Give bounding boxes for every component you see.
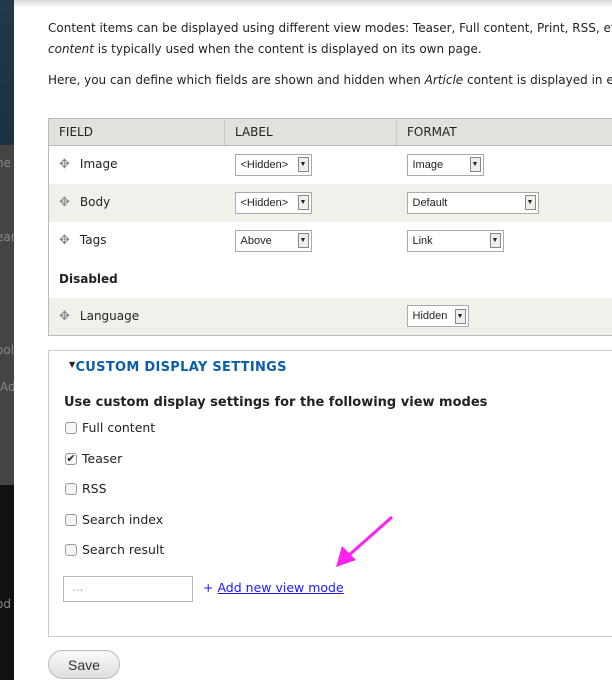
checkbox[interactable] bbox=[65, 421, 77, 434]
chevron-down-icon: ▼ bbox=[297, 157, 309, 173]
intro-line: content is displayed in each bbox=[466, 73, 612, 87]
chevron-down-icon: ▼ bbox=[297, 195, 309, 210]
plus-icon: + bbox=[203, 580, 214, 595]
custom-display-settings: ▼CUSTOM DISPLAY SETTINGS Use custom disp… bbox=[48, 350, 612, 637]
sidebar-background: ne ear ool Ad od bbox=[0, 0, 14, 680]
add-view-mode: + Add new view mode bbox=[203, 580, 344, 595]
legend-label: CUSTOM DISPLAY SETTINGS bbox=[75, 360, 287, 375]
checkbox[interactable] bbox=[65, 513, 77, 526]
intro-line: Content items can be displayed using dif… bbox=[48, 21, 612, 35]
chevron-down-icon: ▼ bbox=[297, 233, 309, 248]
intro-line: is typically used when the content is di… bbox=[93, 42, 482, 56]
intro-line: Here, you can define which fields are sh… bbox=[48, 73, 425, 87]
select-value: <Hidden> bbox=[240, 158, 289, 171]
table-row: ✥ Body <Hidden> ▼ Default ▼ bbox=[48, 183, 612, 222]
checkbox-teaser[interactable]: ✔ Teaser bbox=[65, 451, 122, 466]
chevron-down-icon: ▼ bbox=[524, 195, 536, 210]
select-value: Link bbox=[412, 234, 433, 247]
checkbox-search-index[interactable]: Search index bbox=[65, 512, 163, 527]
chevron-down-icon: ▼ bbox=[454, 308, 466, 324]
sidebar-fragment: Ad bbox=[0, 380, 14, 394]
chevron-down-icon: ▼ bbox=[469, 157, 481, 173]
intro-em: content bbox=[48, 42, 94, 56]
new-view-mode-input[interactable]: ... bbox=[63, 576, 193, 602]
format-select[interactable]: Image ▼ bbox=[406, 153, 484, 176]
table-row: ✥ Tags Above ▼ Link ▼ bbox=[49, 222, 612, 260]
fields-table: FIELD LABEL FORMAT ✥ Image <Hidden> ▼ Imag… bbox=[48, 118, 612, 336]
sidebar-fragment: ne bbox=[0, 156, 11, 170]
add-new-view-mode-link[interactable]: Add new view mode bbox=[217, 580, 343, 595]
column-header-label: LABEL bbox=[224, 118, 397, 146]
select-value: Image bbox=[412, 158, 444, 171]
intro-em: Article bbox=[424, 73, 464, 87]
checkbox-rss[interactable]: RSS bbox=[65, 481, 107, 496]
checkbox-label: Search result bbox=[82, 542, 165, 557]
format-select[interactable]: Default ▼ bbox=[406, 191, 539, 214]
sidebar-fragment: od bbox=[0, 597, 11, 611]
disabled-region-row: Disabled bbox=[49, 260, 612, 298]
view-modes-heading: Use custom display settings for the foll… bbox=[64, 395, 488, 410]
table-row: ✥ Language Hidden ▼ bbox=[48, 297, 612, 336]
checkbox-label: Teaser bbox=[82, 451, 123, 466]
drag-handle-icon[interactable]: ✥ bbox=[59, 309, 70, 324]
checkbox-label: RSS bbox=[82, 481, 107, 496]
label-select[interactable]: <Hidden> ▼ bbox=[234, 153, 312, 176]
disabled-heading: Disabled bbox=[59, 271, 118, 286]
format-select[interactable]: Link ▼ bbox=[406, 229, 504, 252]
label-select[interactable]: Above ▼ bbox=[234, 229, 312, 252]
chevron-down-icon: ▼ bbox=[489, 233, 501, 248]
checkbox-search-result[interactable]: Search result bbox=[65, 542, 164, 557]
checkbox[interactable] bbox=[65, 543, 77, 556]
field-name: Language bbox=[79, 308, 140, 323]
custom-display-settings-toggle[interactable]: ▼CUSTOM DISPLAY SETTINGS bbox=[69, 360, 287, 375]
select-value: Hidden bbox=[412, 310, 448, 323]
field-name: Body bbox=[79, 195, 111, 209]
field-name: Tags bbox=[79, 233, 107, 247]
checkbox-checked[interactable]: ✔ bbox=[65, 452, 77, 465]
save-button[interactable]: Save bbox=[48, 650, 120, 679]
sidebar-fragment: ear bbox=[0, 230, 14, 244]
label-select[interactable]: <Hidden> ▼ bbox=[234, 191, 312, 214]
annotation-arrow-icon bbox=[336, 515, 393, 567]
checkbox-label: Search index bbox=[82, 512, 164, 527]
table-row: ✥ Image <Hidden> ▼ Image ▼ bbox=[49, 146, 612, 184]
select-value: Default bbox=[412, 196, 448, 209]
checkbox-full-content[interactable]: Full content bbox=[65, 420, 155, 435]
column-header-format: FORMAT bbox=[396, 118, 612, 146]
checkbox[interactable] bbox=[65, 482, 77, 495]
format-select[interactable]: Hidden ▼ bbox=[406, 305, 469, 328]
top-shadow bbox=[14, 0, 612, 8]
drag-handle-icon[interactable]: ✥ bbox=[59, 233, 70, 248]
select-value: Above bbox=[240, 234, 272, 247]
checkbox-label: Full content bbox=[82, 420, 156, 435]
drag-handle-icon[interactable]: ✥ bbox=[59, 195, 70, 210]
drag-handle-icon[interactable]: ✥ bbox=[59, 157, 70, 172]
select-value: <Hidden> bbox=[240, 196, 289, 209]
sidebar-fragment: ool bbox=[0, 343, 14, 357]
field-name: Image bbox=[79, 157, 118, 172]
column-header-field: FIELD bbox=[48, 118, 225, 146]
intro-text: Content items can be displayed using dif… bbox=[48, 18, 612, 101]
